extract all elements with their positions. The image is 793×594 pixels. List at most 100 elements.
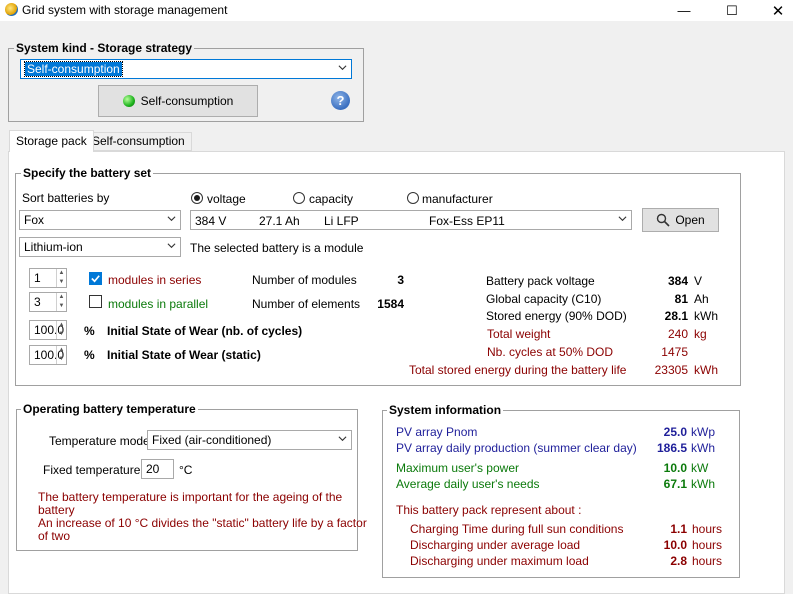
manufacturer-select[interactable]: Fox: [19, 210, 181, 230]
result-label: Total weight: [487, 327, 551, 341]
status-led-icon: [122, 95, 135, 107]
sort-voltage-radio[interactable]: [191, 192, 203, 204]
chevron-down-icon: [618, 216, 627, 222]
checkmark-icon: [91, 275, 100, 283]
magnifier-icon: [657, 213, 670, 227]
chevron-down-icon: [167, 243, 176, 249]
result-label: Battery pack voltage: [486, 274, 595, 288]
max-power-unit: kW: [691, 461, 709, 475]
represent-label: This battery pack represent about :: [396, 503, 582, 517]
discharging-average-value: 10.0: [663, 538, 687, 552]
num-modules-label: Number of modules: [252, 273, 357, 287]
technology-value: Lithium-ion: [24, 240, 83, 254]
temperature-note-line: of two: [38, 529, 71, 543]
window-title: Grid system with storage management: [22, 3, 228, 17]
spin-arrows-icon[interactable]: ▲ ▼: [56, 321, 66, 339]
charging-unit: hours: [692, 522, 723, 536]
self-consumption-button-label: Self-consumption: [140, 94, 234, 108]
fixed-temperature-unit: °C: [179, 463, 193, 477]
spin-arrows-icon[interactable]: ▲ ▼: [56, 269, 66, 287]
series-value: 1: [34, 271, 41, 285]
close-button[interactable]: ✕: [755, 0, 793, 21]
parallel-stepper[interactable]: 3 ▲ ▼: [29, 292, 67, 312]
strategy-select[interactable]: Self-consumption: [20, 59, 352, 79]
temperature-mode-value: Fixed (air-conditioned): [152, 433, 272, 447]
wear-cycles-stepper[interactable]: 100.0 ▲ ▼: [29, 320, 67, 340]
open-button[interactable]: Open: [642, 208, 719, 232]
parallel-value: 3: [34, 295, 41, 309]
fixed-temperature-input[interactable]: 20: [141, 459, 174, 479]
strategy-selected-value: Self-consumption: [24, 61, 123, 77]
max-power-label: Maximum user's power: [396, 461, 519, 475]
series-stepper[interactable]: 1 ▲ ▼: [29, 268, 67, 288]
temperature-mode-select[interactable]: Fixed (air-conditioned): [147, 430, 352, 450]
discharging-max-unit: hours: [692, 554, 723, 568]
sort-manufacturer-radio[interactable]: [407, 192, 419, 204]
chevron-down-icon: [338, 65, 347, 71]
pv-daily-unit: kWh: [691, 441, 715, 455]
wear-cycles-unit: %: [84, 324, 95, 338]
sort-capacity-label: capacity: [309, 192, 354, 206]
parallel-label: modules in parallel: [108, 297, 209, 311]
sort-voltage-label: voltage: [207, 192, 246, 206]
sort-capacity-radio[interactable]: [293, 192, 305, 204]
result-value: 23305: [654, 363, 688, 377]
result-label: Stored energy (90% DOD): [486, 309, 627, 323]
result-unit: V: [694, 274, 703, 288]
temperature-note-line: The battery temperature is important for…: [38, 490, 343, 504]
discharging-max-label: Discharging under maximum load: [410, 554, 589, 568]
maximize-button[interactable]: ☐: [709, 0, 755, 21]
technology-select[interactable]: Lithium-ion: [19, 237, 181, 257]
discharging-average-unit: hours: [692, 538, 723, 552]
pv-pnom-value: 25.0: [663, 425, 687, 439]
result-unit: kWh: [694, 363, 718, 377]
wear-static-stepper[interactable]: 100.0 ▲ ▼: [29, 345, 67, 365]
wear-static-unit: %: [84, 348, 95, 362]
wear-static-label: Initial State of Wear (static): [107, 348, 261, 362]
result-label: Nb. cycles at 50% DOD: [487, 345, 614, 359]
fixed-temperature-value: 20: [146, 462, 160, 476]
avg-needs-unit: kWh: [691, 477, 715, 491]
spin-arrows-icon[interactable]: ▲ ▼: [56, 293, 66, 311]
help-icon[interactable]: ?: [331, 91, 350, 110]
title-bar: Grid system with storage management — ☐ …: [0, 0, 793, 21]
result-unit: kg: [694, 327, 707, 341]
minimize-button[interactable]: —: [661, 0, 707, 21]
pv-daily-label: PV array daily production (summer clear …: [396, 441, 637, 455]
spin-arrows-icon[interactable]: ▲ ▼: [56, 346, 66, 364]
sort-manufacturer-label: manufacturer: [422, 192, 493, 206]
avg-needs-label: Average daily user's needs: [396, 477, 540, 491]
result-value: 240: [667, 327, 688, 341]
self-consumption-button[interactable]: Self-consumption: [98, 85, 258, 117]
result-value: 384: [667, 274, 688, 288]
sort-label: Sort batteries by: [22, 191, 110, 205]
battery-set-label: Specify the battery set: [21, 166, 154, 180]
temperature-label: Operating battery temperature: [21, 402, 198, 416]
battery-voltage: 384 V: [195, 214, 227, 228]
parallel-checkbox[interactable]: [89, 295, 102, 308]
result-value: 1475: [661, 345, 688, 359]
charging-value: 1.1: [670, 522, 687, 536]
battery-select[interactable]: 384 V 27.1 Ah Li LFP Fox-Ess EP11: [190, 210, 632, 230]
num-elements-label: Number of elements: [252, 297, 361, 311]
system-info-label: System information: [387, 403, 504, 417]
series-checkbox[interactable]: [89, 272, 102, 285]
fixed-temperature-label: Fixed temperature: [43, 463, 141, 477]
app-icon: [5, 3, 18, 16]
system-kind-label: System kind - Storage strategy: [14, 41, 195, 55]
discharging-average-label: Discharging under average load: [410, 538, 581, 552]
tab-self-consumption[interactable]: Self-consumption: [85, 132, 192, 151]
module-note: The selected battery is a module: [190, 241, 364, 255]
pv-daily-value: 186.5: [656, 441, 687, 455]
num-modules-value: 3: [397, 273, 404, 287]
wear-cycles-label: Initial State of Wear (nb. of cycles): [107, 324, 303, 338]
avg-needs-value: 67.1: [663, 477, 687, 491]
result-unit: Ah: [694, 292, 709, 306]
result-value: 28.1: [664, 309, 688, 323]
charging-label: Charging Time during full sun conditions: [410, 522, 624, 536]
open-button-label: Open: [675, 213, 705, 227]
result-value: 81: [674, 292, 688, 306]
discharging-max-value: 2.8: [670, 554, 687, 568]
result-label: Global capacity (C10): [486, 292, 602, 306]
tab-storage-pack[interactable]: Storage pack: [9, 130, 94, 152]
